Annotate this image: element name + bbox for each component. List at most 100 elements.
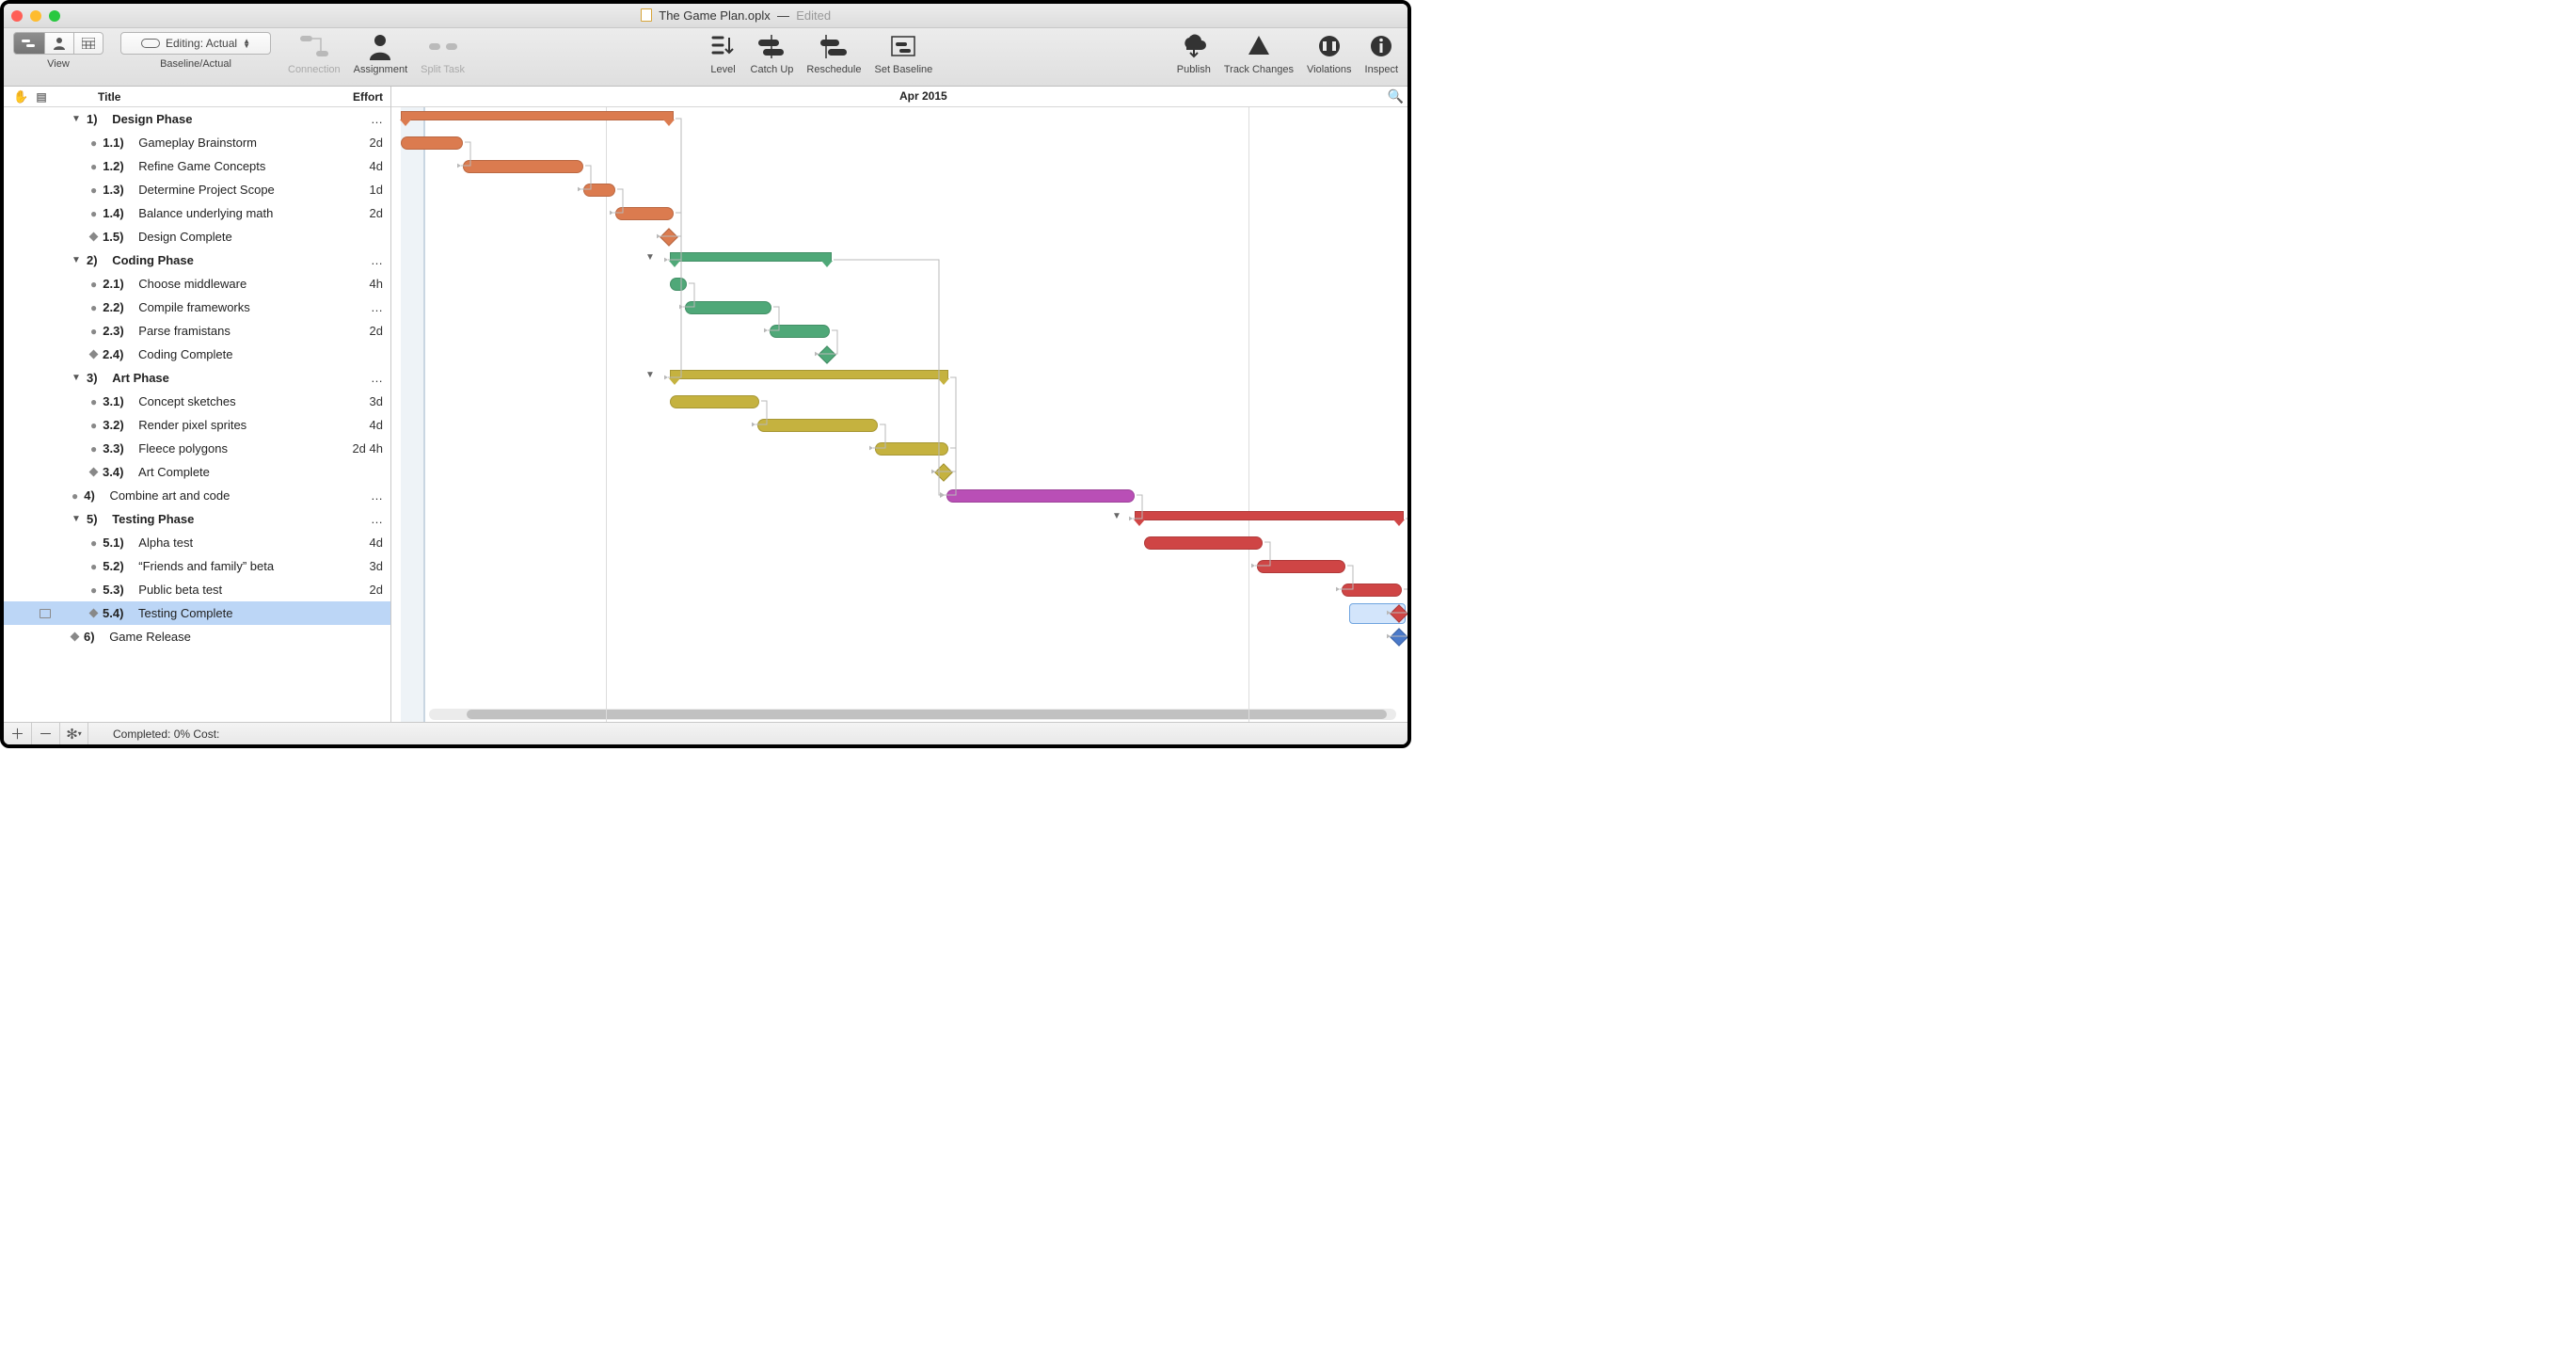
horizontal-scrollbar[interactable] [429, 709, 1396, 720]
gantt-task-bar[interactable] [1342, 584, 1402, 597]
task-row[interactable]: ▼3) Art Phase… [4, 366, 390, 390]
gantt-summary-bar[interactable] [401, 111, 674, 120]
level-tool[interactable]: Level [709, 32, 738, 75]
gantt-task-bar[interactable] [1257, 560, 1345, 573]
action-menu-button[interactable]: ✻▾ [60, 723, 88, 745]
task-row[interactable]: 6) Game Release [4, 625, 390, 648]
task-row[interactable]: ●4) Combine art and code… [4, 484, 390, 507]
task-row[interactable]: ▼2) Coding Phase… [4, 248, 390, 272]
disclosure-triangle-icon[interactable]: ▼ [72, 514, 81, 524]
gantt-task-bar[interactable] [1144, 536, 1263, 550]
gantt-summary-bar[interactable] [670, 370, 948, 379]
task-title: Compile frameworks [138, 300, 249, 314]
note-indicator-icon[interactable] [40, 609, 51, 618]
disclosure-triangle-icon[interactable]: ▼ [72, 373, 81, 383]
connection-tool: Connection [288, 32, 341, 75]
publish-tool[interactable]: Publish [1177, 32, 1211, 75]
remove-task-button[interactable]: － [32, 723, 60, 745]
disclosure-triangle-icon[interactable]: ▼ [72, 255, 81, 265]
catch-up-icon [755, 32, 787, 60]
task-row[interactable]: 1.5) Design Complete [4, 225, 390, 248]
reschedule-tool[interactable]: Reschedule [806, 32, 861, 75]
status-text: Completed: 0% Cost: [88, 727, 219, 741]
gantt-chart[interactable]: Apr 2015 🔍 ▼ ▼ ▼ [391, 87, 1407, 722]
violations-tool[interactable]: Violations [1307, 32, 1352, 75]
hand-icon[interactable]: ✋ [13, 89, 28, 104]
group-toggle-icon[interactable]: ▼ [1112, 511, 1121, 521]
inspect-tool[interactable]: Inspect [1365, 32, 1398, 75]
gantt-task-bar[interactable] [685, 301, 771, 314]
group-toggle-icon[interactable]: ▼ [645, 370, 655, 380]
task-row[interactable]: 3.4) Art Complete [4, 460, 390, 484]
gantt-task-bar[interactable] [875, 442, 948, 456]
task-number: 1) [87, 112, 98, 126]
task-row[interactable]: ●5.2) “Friends and family” beta3d [4, 554, 390, 578]
gantt-summary-bar[interactable] [1135, 511, 1404, 520]
column-title[interactable]: Title [56, 90, 338, 104]
bullet-icon: ● [90, 160, 97, 173]
close-window-button[interactable] [11, 10, 23, 22]
task-row[interactable]: ●2.1) Choose middleware4h [4, 272, 390, 296]
column-effort[interactable]: Effort [338, 90, 390, 104]
task-row[interactable]: ●1.4) Balance underlying math2d [4, 201, 390, 225]
task-row[interactable]: ●1.1) Gameplay Brainstorm2d [4, 131, 390, 154]
baseline-actual-select[interactable]: Editing: Actual ▲▼ [120, 32, 271, 55]
gantt-summary-bar[interactable] [670, 252, 832, 262]
gantt-task-bar[interactable] [770, 325, 830, 338]
gantt-timeline-header[interactable]: Apr 2015 🔍 [391, 87, 1407, 107]
gantt-task-bar[interactable] [670, 278, 687, 291]
minimize-window-button[interactable] [30, 10, 41, 22]
add-task-button[interactable]: ＋ [4, 723, 32, 745]
assignment-tool[interactable]: Assignment [354, 32, 407, 75]
task-effort: 1d [338, 183, 390, 197]
gantt-milestone[interactable] [934, 463, 953, 482]
gantt-body[interactable]: ▼ ▼ ▼ [391, 107, 1407, 722]
task-row[interactable]: ●3.3) Fleece polygons2d 4h [4, 437, 390, 460]
task-row[interactable]: ●1.2) Refine Game Concepts4d [4, 154, 390, 178]
task-effort: … [338, 371, 390, 385]
task-row[interactable]: ▼1) Design Phase… [4, 107, 390, 131]
gantt-milestone[interactable] [818, 345, 836, 364]
gantt-task-bar[interactable] [583, 184, 615, 197]
task-row[interactable]: ▼5) Testing Phase… [4, 507, 390, 531]
gantt-task-bar[interactable] [670, 395, 759, 408]
toolbar: View Editing: Actual ▲▼ Baseline/Actual … [4, 28, 1407, 87]
note-column-icon[interactable]: ▤ [36, 90, 46, 104]
task-row[interactable]: ●3.2) Render pixel sprites4d [4, 413, 390, 437]
group-toggle-icon[interactable]: ▼ [645, 252, 655, 263]
view-calendar-button[interactable] [74, 32, 103, 55]
magnifier-icon[interactable]: 🔍 [1388, 88, 1404, 104]
gantt-task-bar[interactable] [757, 419, 878, 432]
view-resource-button[interactable] [45, 32, 74, 55]
gantt-task-bar[interactable] [946, 489, 1135, 503]
gantt-task-bar[interactable] [615, 207, 674, 220]
task-row[interactable]: ●3.1) Concept sketches3d [4, 390, 390, 413]
track-changes-tool[interactable]: Track Changes [1224, 32, 1294, 75]
task-row[interactable]: 2.4) Coding Complete [4, 343, 390, 366]
task-effort: 2d 4h [338, 441, 390, 456]
task-effort: … [338, 512, 390, 526]
view-gantt-button[interactable] [13, 32, 45, 55]
task-number: 3.1) [103, 394, 123, 408]
catch-up-tool[interactable]: Catch Up [751, 32, 794, 75]
task-row[interactable]: ●5.3) Public beta test2d [4, 578, 390, 601]
zoom-window-button[interactable] [49, 10, 60, 22]
gantt-task-bar[interactable] [463, 160, 583, 173]
dependency-arrow [830, 258, 952, 501]
task-row[interactable]: ●5.1) Alpha test4d [4, 531, 390, 554]
task-row[interactable]: ●2.3) Parse framistans2d [4, 319, 390, 343]
task-title: Balance underlying math [138, 206, 273, 220]
task-title: Determine Project Scope [138, 183, 275, 197]
set-baseline-tool[interactable]: Set Baseline [874, 32, 932, 75]
task-row[interactable]: 5.4) Testing Complete [4, 601, 390, 625]
app-window: The Game Plan.oplx — Edited View [0, 0, 1411, 748]
disclosure-triangle-icon[interactable]: ▼ [72, 114, 81, 124]
task-title: Testing Phase [112, 512, 194, 526]
task-row[interactable]: ●1.3) Determine Project Scope1d [4, 178, 390, 201]
task-row[interactable]: ●2.2) Compile frameworks… [4, 296, 390, 319]
task-number: 5.1) [103, 536, 123, 550]
gantt-task-bar[interactable] [401, 136, 463, 150]
gantt-milestone[interactable] [660, 228, 678, 247]
gantt-milestone[interactable] [1390, 628, 1407, 647]
task-title: Public beta test [138, 583, 222, 597]
